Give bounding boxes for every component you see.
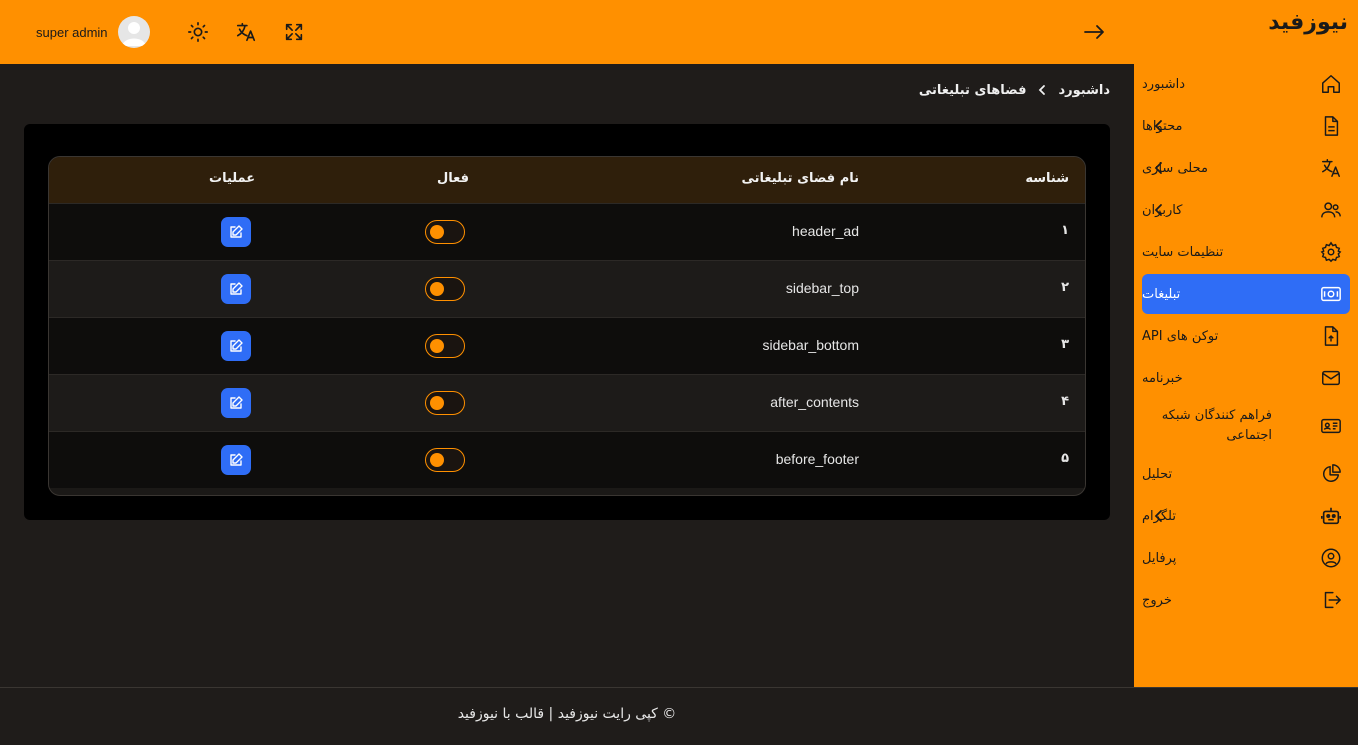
file-upload-icon [1320, 325, 1342, 347]
chevron-left-icon [1152, 203, 1166, 217]
chevron-left-icon [1152, 119, 1166, 133]
sidebar-item-newsletter[interactable]: خبرنامه [1142, 358, 1350, 398]
sidebar-item-label: پرفایل [1142, 550, 1177, 566]
sidebar-item-localization[interactable]: محلی سازی [1142, 148, 1350, 188]
ad-icon [1320, 283, 1342, 305]
cell-name: sidebar_top [785, 280, 859, 296]
logout-icon [1320, 589, 1342, 611]
fullscreen-icon[interactable] [282, 20, 306, 44]
edit-icon [230, 396, 243, 409]
sidebar-item-profile[interactable]: پرفایل [1142, 538, 1350, 578]
sidebar-item-telegram[interactable]: تلگرام [1142, 496, 1350, 536]
sidebar-item-label: تحلیل [1142, 466, 1173, 482]
edit-icon [230, 225, 243, 238]
document-icon [1320, 115, 1342, 137]
sidebar-item-label: تنظیمات سایت [1142, 244, 1224, 260]
cell-id: ۵ [1061, 451, 1069, 466]
sun-icon[interactable] [186, 20, 210, 44]
mail-icon [1320, 367, 1342, 389]
gear-icon [1320, 241, 1342, 263]
translate-icon[interactable] [234, 20, 258, 44]
sidebar-item-label: توکن های API [1142, 328, 1219, 344]
column-header-active: فعال [437, 171, 470, 186]
sidebar-item-logout[interactable]: خروج [1142, 580, 1350, 620]
translate-icon [1320, 157, 1342, 179]
sidebar: نیوزفید داشبورد محتواها محلی سازی کاربرا… [1134, 0, 1358, 687]
active-toggle[interactable] [425, 391, 465, 415]
cell-name: before_footer [775, 451, 859, 467]
users-icon [1320, 199, 1342, 221]
robot-icon [1320, 505, 1342, 527]
table-row: ۴ after_contents [49, 374, 1085, 431]
cell-id: ۴ [1061, 394, 1069, 409]
sidebar-item-api-tokens[interactable]: توکن های API [1142, 316, 1350, 356]
app-logo[interactable]: نیوزفید [1268, 10, 1348, 35]
sidebar-item-social-providers[interactable]: فراهم کنندگان شبکه اجتماعی [1142, 400, 1350, 452]
edit-button[interactable] [221, 388, 251, 418]
table-row: ۲ sidebar_top [49, 260, 1085, 317]
cell-name: after_contents [770, 394, 859, 410]
table-row: ۳ sidebar_bottom [49, 317, 1085, 374]
sidebar-item-label: خبرنامه [1142, 370, 1183, 386]
active-toggle[interactable] [425, 277, 465, 301]
sidebar-item-label: داشبورد [1142, 76, 1185, 92]
arrow-right-icon[interactable] [1082, 20, 1106, 44]
toggle-knob [430, 282, 444, 296]
user-menu[interactable]: super admin [36, 14, 150, 50]
cell-id: ۲ [1061, 280, 1069, 295]
cell-id: ۱ [1061, 223, 1069, 238]
ad-spaces-table: شناسه نام فضای تبلیغاتی فعال عملیات ۱ he… [48, 156, 1086, 496]
active-toggle[interactable] [425, 334, 465, 358]
edit-button[interactable] [221, 445, 251, 475]
table-body: ۱ header_ad ۲ sidebar_top ۳ sidebar_bott… [49, 203, 1085, 488]
table-header: شناسه نام فضای تبلیغاتی فعال عملیات [49, 157, 1085, 203]
sidebar-item-users[interactable]: کاربران [1142, 190, 1350, 230]
content-panel: شناسه نام فضای تبلیغاتی فعال عملیات ۱ he… [24, 124, 1110, 520]
cell-id: ۳ [1061, 337, 1069, 352]
toggle-knob [430, 453, 444, 467]
toggle-knob [430, 339, 444, 353]
breadcrumb-root[interactable]: داشبورد [1058, 83, 1110, 98]
top-header: super admin [0, 0, 1134, 64]
sidebar-item-label: تبلیغات [1142, 286, 1181, 302]
sidebar-item-contents[interactable]: محتواها [1142, 106, 1350, 146]
toggle-knob [430, 225, 444, 239]
column-header-name: نام فضای تبلیغاتی [741, 171, 859, 186]
edit-icon [230, 453, 243, 466]
active-toggle[interactable] [425, 448, 465, 472]
table-row: ۱ header_ad [49, 203, 1085, 260]
breadcrumb: داشبورد فضاهای تبلیغاتی [919, 80, 1110, 100]
pie-chart-icon [1320, 463, 1342, 485]
edit-button[interactable] [221, 274, 251, 304]
sidebar-item-dashboard[interactable]: داشبورد [1142, 64, 1350, 104]
cell-name: header_ad [792, 223, 859, 239]
chevron-left-icon [1152, 509, 1166, 523]
sidebar-item-site-settings[interactable]: تنظیمات سایت [1142, 232, 1350, 272]
edit-icon [230, 282, 243, 295]
user-circle-icon [1320, 547, 1342, 569]
home-icon [1320, 73, 1342, 95]
avatar-icon[interactable] [117, 16, 150, 48]
toggle-knob [430, 396, 444, 410]
edit-button[interactable] [221, 217, 251, 247]
column-header-id: شناسه [1025, 171, 1069, 186]
copyright-text: © کپی رایت نیوزفید | قالب با نیوزفید [457, 706, 677, 722]
active-toggle[interactable] [425, 220, 465, 244]
edit-icon [230, 339, 243, 352]
user-name: super admin [36, 24, 108, 40]
sidebar-item-label: فراهم کنندگان شبکه اجتماعی [1161, 408, 1272, 443]
sidebar-item-label: خروج [1142, 592, 1172, 608]
sidebar-menu: داشبورد محتواها محلی سازی کاربران تنظیما… [1142, 64, 1350, 622]
chevron-left-icon [1036, 84, 1048, 96]
breadcrumb-current: فضاهای تبلیغاتی [918, 82, 1027, 98]
page-footer: © کپی رایت نیوزفید | قالب با نیوزفید [0, 687, 1358, 745]
edit-button[interactable] [221, 331, 251, 361]
column-header-actions: عملیات [209, 171, 256, 186]
id-card-icon [1320, 415, 1342, 437]
sidebar-item-ads[interactable]: تبلیغات [1142, 274, 1350, 314]
table-row: ۵ before_footer [49, 431, 1085, 488]
cell-name: sidebar_bottom [762, 337, 859, 353]
sidebar-item-analytics[interactable]: تحلیل [1142, 454, 1350, 494]
chevron-left-icon [1152, 161, 1166, 175]
